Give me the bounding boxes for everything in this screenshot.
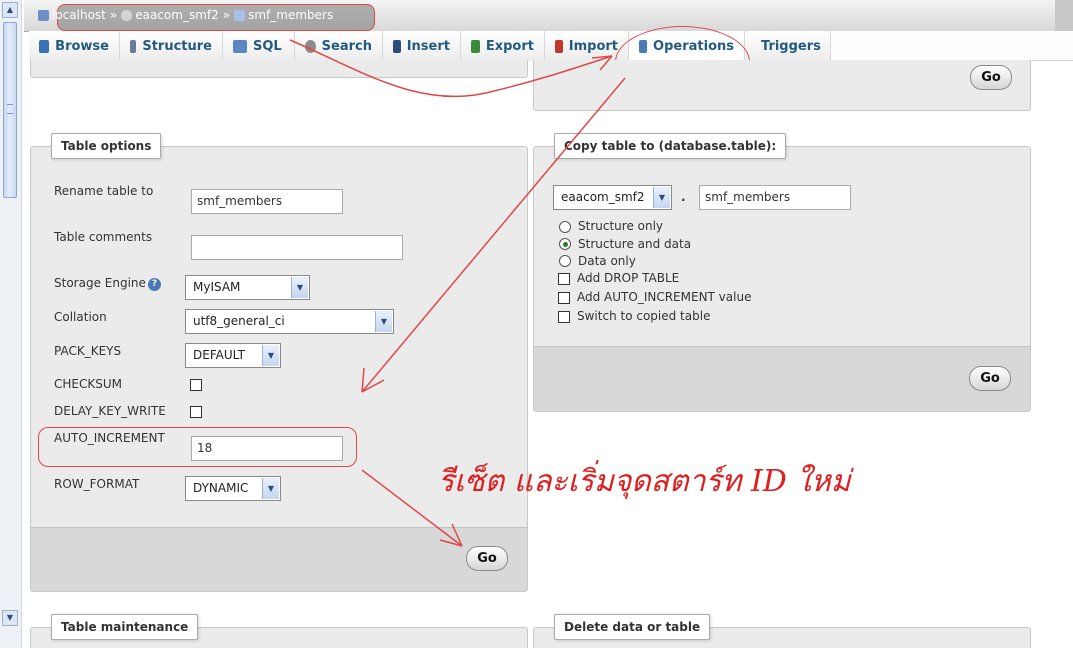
table-comments-input[interactable] [191, 235, 403, 260]
collation-label: Collation [54, 310, 107, 324]
delay-key-write-label: DELAY_KEY_WRITE [54, 404, 166, 418]
delay-key-write-checkbox[interactable] [190, 406, 202, 418]
breadcrumb-server-label[interactable]: localhost [52, 8, 106, 22]
chevron-down-icon: ▼ [291, 277, 308, 298]
import-icon [555, 39, 563, 53]
tab-label: Structure [142, 38, 212, 54]
tab-structure[interactable]: Structure [120, 31, 223, 61]
tab-label: Search [321, 38, 372, 54]
database-icon [121, 9, 133, 21]
tab-search[interactable]: Search [295, 31, 383, 61]
table-options-go-button[interactable]: Go [466, 546, 508, 571]
add-auto-increment-checkbox[interactable] [558, 292, 570, 304]
structure-icon [130, 39, 137, 53]
breadcrumb-table-label[interactable]: smf_members [248, 8, 333, 22]
add-drop-table-checkbox[interactable] [558, 273, 570, 285]
breadcrumb-item-server[interactable]: localhost [38, 8, 106, 22]
pack-keys-select[interactable]: DEFAULT ▼ [185, 343, 281, 368]
data-only-radio[interactable] [559, 255, 571, 267]
breadcrumb-database-label[interactable]: eaacom_smf2 [135, 8, 219, 22]
auto-increment-input[interactable]: 18 [191, 436, 343, 461]
storage-engine-label: Storage Engine [54, 276, 146, 290]
scroll-down-arrow-icon[interactable]: ▼ [2, 610, 18, 626]
checksum-label: CHECKSUM [54, 377, 122, 391]
chevron-down-icon: ▼ [262, 478, 279, 499]
copy-dot-separator: . [681, 190, 686, 204]
breadcrumb-separator: » [222, 8, 231, 22]
structure-only-radio[interactable] [559, 221, 571, 233]
structure-and-data-label: Structure and data [578, 237, 692, 251]
scrollbar-grip-icon [7, 104, 13, 114]
rename-label: Rename table to [54, 184, 154, 198]
auto-increment-label: AUTO_INCREMENT [54, 431, 165, 445]
copy-table-go-button[interactable]: Go [969, 366, 1011, 391]
row-format-value: DYNAMIC [193, 481, 249, 495]
tab-label: SQL [253, 38, 282, 54]
table-options-legend: Table options [51, 133, 162, 159]
tab-label: Export [485, 38, 534, 54]
add-auto-increment-label: Add AUTO_INCREMENT value [577, 290, 752, 304]
top-right-panel: Go [533, 60, 1031, 111]
insert-icon [393, 39, 401, 53]
search-icon [305, 39, 316, 53]
tab-label: Triggers [761, 38, 821, 54]
tab-export[interactable]: Export [461, 31, 545, 61]
chevron-down-icon: ▼ [653, 187, 670, 208]
pack-keys-value: DEFAULT [193, 348, 245, 362]
tab-label: Browse [55, 38, 109, 54]
sql-icon [233, 39, 247, 53]
data-only-label: Data only [578, 254, 636, 268]
add-drop-table-label: Add DROP TABLE [577, 271, 680, 285]
copy-db-value: eaacom_smf2 [561, 190, 645, 204]
comments-label: Table comments [54, 230, 153, 244]
switch-copied-table-checkbox[interactable] [558, 311, 570, 323]
delete-data-legend: Delete data or table [554, 614, 711, 640]
chevron-down-icon: ▼ [262, 345, 279, 366]
top-go-button[interactable]: Go [970, 65, 1012, 90]
tab-sql[interactable]: SQL [223, 31, 295, 61]
export-icon [471, 39, 480, 53]
copy-table-legend: Copy table to (database.table): [554, 133, 787, 159]
copy-table-name-input[interactable]: smf_members [699, 185, 851, 210]
breadcrumb-item-table[interactable]: smf_members [234, 8, 333, 22]
table-options-footer [31, 527, 527, 591]
storage-engine-select[interactable]: MyISAM ▼ [185, 275, 310, 300]
row-format-select[interactable]: DYNAMIC ▼ [185, 476, 281, 501]
tab-triggers[interactable]: Triggers [745, 31, 831, 61]
rename-table-input[interactable]: smf_members [191, 189, 343, 214]
copy-table-footer [534, 346, 1030, 411]
structure-and-data-radio[interactable] [559, 238, 571, 250]
breadcrumb-bar: localhost » eaacom_smf2 » smf_members [24, 0, 1073, 32]
tab-bar: Browse Structure SQL Search Insert Expor… [29, 31, 1073, 61]
table-icon [234, 9, 246, 21]
chevron-down-icon: ▼ [375, 311, 392, 332]
tab-label: Insert [406, 38, 450, 54]
help-icon[interactable]: ? [148, 278, 161, 291]
collation-select[interactable]: utf8_general_ci ▼ [185, 309, 394, 334]
breadcrumb: localhost » eaacom_smf2 » smf_members [38, 8, 333, 22]
breadcrumb-separator: » [109, 8, 118, 22]
tab-insert[interactable]: Insert [383, 31, 461, 61]
collation-value: utf8_general_ci [193, 314, 285, 328]
reset-annotation-text: รีเซ็ต และเริ่มจุดสตาร์ท ID ใหม่ [438, 464, 851, 499]
pack-keys-label: PACK_KEYS [54, 344, 122, 358]
browse-icon [39, 39, 50, 53]
copy-db-select[interactable]: eaacom_smf2 ▼ [553, 185, 672, 210]
storage-engine-value: MyISAM [193, 280, 241, 294]
table-maintenance-legend: Table maintenance [51, 614, 199, 640]
structure-only-label: Structure only [578, 219, 664, 233]
tab-browse[interactable]: Browse [29, 31, 120, 61]
vertical-scrollbar[interactable]: ▲ ▼ [0, 0, 22, 648]
server-icon [38, 9, 49, 21]
switch-copied-table-label: Switch to copied table [577, 309, 711, 323]
scroll-up-arrow-icon[interactable]: ▲ [2, 2, 18, 18]
row-format-label: ROW_FORMAT [54, 477, 140, 491]
window-corner [1055, 0, 1073, 32]
checksum-checkbox[interactable] [190, 379, 202, 391]
tab-label: Import [568, 38, 618, 54]
top-left-panel [30, 60, 528, 78]
breadcrumb-item-database[interactable]: eaacom_smf2 [121, 8, 219, 22]
